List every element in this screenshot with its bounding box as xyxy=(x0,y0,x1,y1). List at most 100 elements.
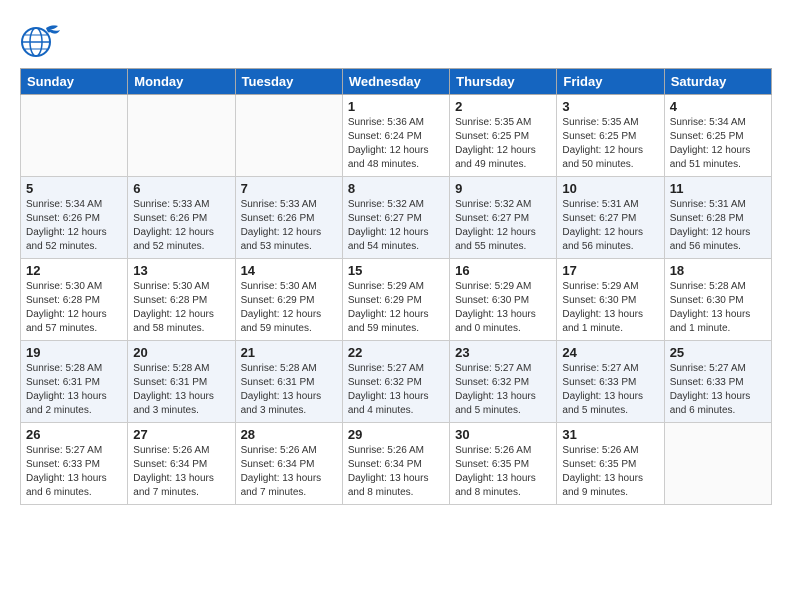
day-info: Sunrise: 5:30 AM Sunset: 6:29 PM Dayligh… xyxy=(241,280,337,336)
calendar-cell: 28Sunrise: 5:26 AM Sunset: 6:34 PM Dayli… xyxy=(235,423,342,505)
calendar-cell: 3 Sunrise: 5:35 AM Sunset: 6:25 PM Daylig… xyxy=(557,95,664,177)
day-number: 31 xyxy=(562,427,658,442)
weekday-header-thursday: Thursday xyxy=(450,69,557,95)
weekday-header-saturday: Saturday xyxy=(664,69,771,95)
calendar-cell xyxy=(128,95,235,177)
calendar-cell: 5 Sunrise: 5:34 AM Sunset: 6:26 PM Daylig… xyxy=(21,177,128,259)
day-number: 29 xyxy=(348,427,444,442)
calendar-cell: 30Sunrise: 5:26 AM Sunset: 6:35 PM Dayli… xyxy=(450,423,557,505)
day-info: Sunrise: 5:35 AM Sunset: 6:25 PM Dayligh… xyxy=(562,116,658,172)
day-number: 10 xyxy=(562,181,658,196)
day-info: Sunrise: 5:26 AM Sunset: 6:35 PM Dayligh… xyxy=(455,444,551,500)
weekday-header-monday: Monday xyxy=(128,69,235,95)
calendar-cell: 6 Sunrise: 5:33 AM Sunset: 6:26 PM Daylig… xyxy=(128,177,235,259)
day-info: Sunrise: 5:27 AM Sunset: 6:32 PM Dayligh… xyxy=(348,362,444,418)
calendar-cell: 2 Sunrise: 5:35 AM Sunset: 6:25 PM Daylig… xyxy=(450,95,557,177)
calendar-cell: 11 Sunrise: 5:31 AM Sunset: 6:28 PM Dayli… xyxy=(664,177,771,259)
day-info: Sunrise: 5:27 AM Sunset: 6:33 PM Dayligh… xyxy=(562,362,658,418)
day-info: Sunrise: 5:26 AM Sunset: 6:34 PM Dayligh… xyxy=(133,444,229,500)
calendar-cell xyxy=(664,423,771,505)
day-info: Sunrise: 5:30 AM Sunset: 6:28 PM Dayligh… xyxy=(133,280,229,336)
day-info: Sunrise: 5:32 AM Sunset: 6:27 PM Dayligh… xyxy=(348,198,444,254)
day-info: Sunrise: 5:27 AM Sunset: 6:33 PM Dayligh… xyxy=(26,444,122,500)
day-number: 16 xyxy=(455,263,551,278)
calendar-cell: 1 Sunrise: 5:36 AM Sunset: 6:24 PM Daylig… xyxy=(342,95,449,177)
calendar-table: SundayMondayTuesdayWednesdayThursdayFrid… xyxy=(20,68,772,505)
day-number: 25 xyxy=(670,345,766,360)
day-info: Sunrise: 5:36 AM Sunset: 6:24 PM Dayligh… xyxy=(348,116,444,172)
day-info: Sunrise: 5:28 AM Sunset: 6:31 PM Dayligh… xyxy=(26,362,122,418)
calendar-cell: 13 Sunrise: 5:30 AM Sunset: 6:28 PM Dayli… xyxy=(128,259,235,341)
calendar-cell: 23 Sunrise: 5:27 AM Sunset: 6:32 PM Dayli… xyxy=(450,341,557,423)
day-number: 18 xyxy=(670,263,766,278)
day-number: 7 xyxy=(241,181,337,196)
day-info: Sunrise: 5:26 AM Sunset: 6:34 PM Dayligh… xyxy=(241,444,337,500)
day-number: 19 xyxy=(26,345,122,360)
calendar-cell xyxy=(21,95,128,177)
day-info: Sunrise: 5:31 AM Sunset: 6:28 PM Dayligh… xyxy=(670,198,766,254)
calendar-week-5: 26Sunrise: 5:27 AM Sunset: 6:33 PM Dayli… xyxy=(21,423,772,505)
day-info: Sunrise: 5:32 AM Sunset: 6:27 PM Dayligh… xyxy=(455,198,551,254)
day-number: 23 xyxy=(455,345,551,360)
day-number: 24 xyxy=(562,345,658,360)
day-info: Sunrise: 5:27 AM Sunset: 6:33 PM Dayligh… xyxy=(670,362,766,418)
calendar-cell: 10Sunrise: 5:31 AM Sunset: 6:27 PM Dayli… xyxy=(557,177,664,259)
calendar-cell: 4 Sunrise: 5:34 AM Sunset: 6:25 PM Daylig… xyxy=(664,95,771,177)
day-info: Sunrise: 5:28 AM Sunset: 6:31 PM Dayligh… xyxy=(241,362,337,418)
calendar-header-row: SundayMondayTuesdayWednesdayThursdayFrid… xyxy=(21,69,772,95)
calendar-cell: 24 Sunrise: 5:27 AM Sunset: 6:33 PM Dayli… xyxy=(557,341,664,423)
day-number: 22 xyxy=(348,345,444,360)
logo xyxy=(20,20,68,58)
day-number: 1 xyxy=(348,99,444,114)
calendar-cell: 7 Sunrise: 5:33 AM Sunset: 6:26 PM Daylig… xyxy=(235,177,342,259)
day-number: 9 xyxy=(455,181,551,196)
day-info: Sunrise: 5:34 AM Sunset: 6:25 PM Dayligh… xyxy=(670,116,766,172)
logo-icon xyxy=(20,20,64,58)
day-info: Sunrise: 5:35 AM Sunset: 6:25 PM Dayligh… xyxy=(455,116,551,172)
day-number: 5 xyxy=(26,181,122,196)
calendar-cell: 8 Sunrise: 5:32 AM Sunset: 6:27 PM Daylig… xyxy=(342,177,449,259)
calendar-cell: 27 Sunrise: 5:26 AM Sunset: 6:34 PM Dayli… xyxy=(128,423,235,505)
calendar-week-3: 12 Sunrise: 5:30 AM Sunset: 6:28 PM Dayli… xyxy=(21,259,772,341)
day-number: 12 xyxy=(26,263,122,278)
calendar-cell: 16 Sunrise: 5:29 AM Sunset: 6:30 PM Dayli… xyxy=(450,259,557,341)
day-info: Sunrise: 5:26 AM Sunset: 6:34 PM Dayligh… xyxy=(348,444,444,500)
day-info: Sunrise: 5:34 AM Sunset: 6:26 PM Dayligh… xyxy=(26,198,122,254)
calendar-cell: 22 Sunrise: 5:27 AM Sunset: 6:32 PM Dayli… xyxy=(342,341,449,423)
day-info: Sunrise: 5:30 AM Sunset: 6:28 PM Dayligh… xyxy=(26,280,122,336)
day-info: Sunrise: 5:28 AM Sunset: 6:31 PM Dayligh… xyxy=(133,362,229,418)
day-number: 17 xyxy=(562,263,658,278)
day-info: Sunrise: 5:33 AM Sunset: 6:26 PM Dayligh… xyxy=(241,198,337,254)
day-number: 8 xyxy=(348,181,444,196)
day-number: 14 xyxy=(241,263,337,278)
day-number: 2 xyxy=(455,99,551,114)
calendar-cell: 31 Sunrise: 5:26 AM Sunset: 6:35 PM Dayli… xyxy=(557,423,664,505)
weekday-header-tuesday: Tuesday xyxy=(235,69,342,95)
calendar-cell: 15 Sunrise: 5:29 AM Sunset: 6:29 PM Dayli… xyxy=(342,259,449,341)
calendar-cell xyxy=(235,95,342,177)
day-number: 4 xyxy=(670,99,766,114)
calendar-cell: 29 Sunrise: 5:26 AM Sunset: 6:34 PM Dayli… xyxy=(342,423,449,505)
calendar-cell: 17Sunrise: 5:29 AM Sunset: 6:30 PM Dayli… xyxy=(557,259,664,341)
day-number: 27 xyxy=(133,427,229,442)
calendar-cell: 19 Sunrise: 5:28 AM Sunset: 6:31 PM Dayli… xyxy=(21,341,128,423)
day-info: Sunrise: 5:29 AM Sunset: 6:29 PM Dayligh… xyxy=(348,280,444,336)
day-info: Sunrise: 5:28 AM Sunset: 6:30 PM Dayligh… xyxy=(670,280,766,336)
day-number: 3 xyxy=(562,99,658,114)
day-info: Sunrise: 5:27 AM Sunset: 6:32 PM Dayligh… xyxy=(455,362,551,418)
calendar-cell: 20 Sunrise: 5:28 AM Sunset: 6:31 PM Dayli… xyxy=(128,341,235,423)
day-number: 20 xyxy=(133,345,229,360)
weekday-header-wednesday: Wednesday xyxy=(342,69,449,95)
day-number: 6 xyxy=(133,181,229,196)
day-info: Sunrise: 5:29 AM Sunset: 6:30 PM Dayligh… xyxy=(455,280,551,336)
day-info: Sunrise: 5:26 AM Sunset: 6:35 PM Dayligh… xyxy=(562,444,658,500)
day-number: 15 xyxy=(348,263,444,278)
calendar-cell: 25 Sunrise: 5:27 AM Sunset: 6:33 PM Dayli… xyxy=(664,341,771,423)
day-number: 13 xyxy=(133,263,229,278)
calendar-cell: 18 Sunrise: 5:28 AM Sunset: 6:30 PM Dayli… xyxy=(664,259,771,341)
weekday-header-sunday: Sunday xyxy=(21,69,128,95)
day-info: Sunrise: 5:33 AM Sunset: 6:26 PM Dayligh… xyxy=(133,198,229,254)
calendar-cell: 21Sunrise: 5:28 AM Sunset: 6:31 PM Dayli… xyxy=(235,341,342,423)
day-number: 11 xyxy=(670,181,766,196)
calendar-week-4: 19 Sunrise: 5:28 AM Sunset: 6:31 PM Dayli… xyxy=(21,341,772,423)
